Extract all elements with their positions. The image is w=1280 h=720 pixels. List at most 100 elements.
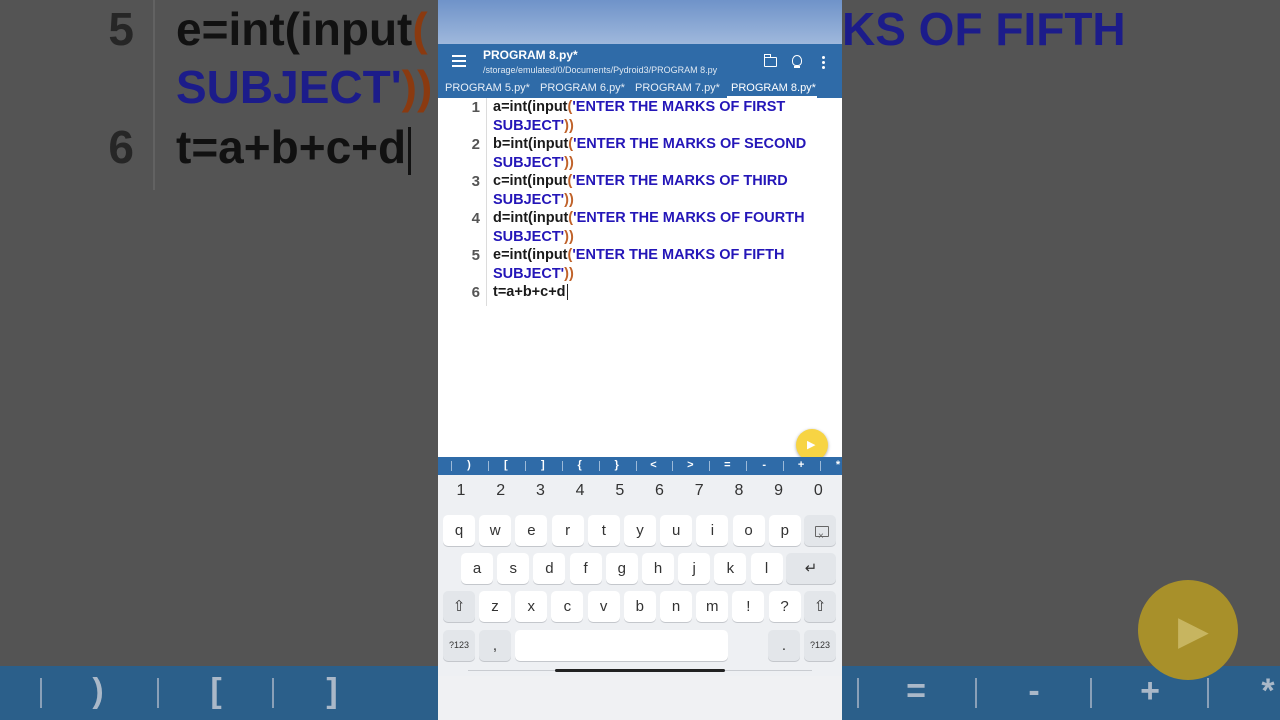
tab-program-5[interactable]: PROGRAM 5.py* bbox=[445, 82, 530, 94]
number-key-3[interactable]: 3 bbox=[521, 482, 559, 504]
file-title: PROGRAM 8.py* bbox=[483, 48, 578, 62]
symbol-key[interactable]: + bbox=[791, 459, 811, 471]
background-symbol: = bbox=[906, 672, 926, 710]
symbol-key[interactable]: ] bbox=[533, 459, 553, 471]
symbol-key[interactable]: = bbox=[717, 459, 737, 471]
key-u[interactable]: u bbox=[660, 515, 693, 546]
code-paren: )) bbox=[564, 191, 574, 208]
background-code: e=int(input( bbox=[176, 0, 428, 58]
code-string: SUBJECT' bbox=[493, 117, 565, 134]
number-key-2[interactable]: 2 bbox=[482, 482, 520, 504]
key-b[interactable]: b bbox=[623, 591, 656, 622]
code-string: 'ENTER THE MARKS OF THIRD bbox=[572, 173, 788, 189]
background-line-number: 5 bbox=[108, 3, 134, 55]
code-line-3-wrap: SUBJECT')) bbox=[493, 191, 574, 210]
code-line-1-wrap: SUBJECT')) bbox=[493, 117, 574, 136]
key-x[interactable]: x bbox=[515, 591, 548, 622]
key-w[interactable]: w bbox=[479, 515, 512, 546]
key-l[interactable]: l bbox=[750, 553, 783, 584]
symbol-key[interactable]: ) bbox=[459, 459, 479, 471]
number-key-9[interactable]: 9 bbox=[760, 482, 798, 504]
background-symbol-separator bbox=[975, 678, 977, 708]
symbol-key[interactable]: * bbox=[828, 459, 842, 471]
hamburger-menu-icon[interactable] bbox=[452, 55, 466, 67]
symbol-separator bbox=[598, 461, 600, 471]
symbol-separator bbox=[524, 461, 526, 471]
background-paren: ( bbox=[412, 3, 428, 55]
background-code: t=a+b+c+d bbox=[176, 118, 412, 176]
enter-key[interactable]: ↵ bbox=[786, 553, 836, 584]
symbols-key-left[interactable]: ?123 bbox=[443, 630, 475, 661]
background-code-wrap: SUBJECT')) bbox=[176, 58, 432, 116]
key-y[interactable]: y bbox=[624, 515, 656, 546]
key-question[interactable]: ? bbox=[768, 591, 801, 622]
key-t[interactable]: t bbox=[587, 515, 620, 546]
key-g[interactable]: g bbox=[605, 553, 638, 584]
number-key-0[interactable]: 0 bbox=[799, 482, 837, 504]
shift-key-right[interactable]: ⇧ bbox=[804, 591, 836, 622]
code-string: 'ENTER THE MARKS OF FIRST bbox=[572, 99, 786, 115]
key-h[interactable]: h bbox=[642, 553, 674, 584]
number-key-5[interactable]: 5 bbox=[601, 482, 639, 504]
key-z[interactable]: z bbox=[479, 591, 511, 622]
key-m[interactable]: m bbox=[696, 591, 729, 622]
code-text: a=int(input bbox=[493, 99, 568, 115]
key-q[interactable]: q bbox=[443, 515, 475, 546]
phone-screen: PROGRAM 8.py* /storage/emulated/0/Docume… bbox=[438, 0, 842, 720]
line-number: 5 bbox=[471, 247, 480, 264]
background-string-subject: SUBJECT' bbox=[176, 61, 402, 113]
home-indicator[interactable] bbox=[555, 669, 725, 672]
key-n[interactable]: n bbox=[660, 591, 692, 622]
code-line-3: c=int(input('ENTER THE MARKS OF THIRD bbox=[493, 172, 788, 191]
key-p[interactable]: p bbox=[768, 515, 801, 546]
key-o[interactable]: o bbox=[732, 515, 765, 546]
number-key-4[interactable]: 4 bbox=[561, 482, 599, 504]
code-editor[interactable]: 1 a=int(input('ENTER THE MARKS OF FIRST … bbox=[438, 98, 842, 456]
number-key-8[interactable]: 8 bbox=[720, 482, 758, 504]
key-j[interactable]: j bbox=[678, 553, 711, 584]
key-exclamation[interactable]: ! bbox=[732, 591, 765, 622]
symbol-key[interactable]: > bbox=[680, 459, 700, 471]
background-symbol: ] bbox=[326, 672, 338, 710]
lightbulb-icon[interactable] bbox=[792, 55, 802, 68]
number-key-1[interactable]: 1 bbox=[442, 482, 480, 504]
symbol-bar: ) [] {} < > = - + * bbox=[438, 457, 842, 475]
more-options-icon[interactable] bbox=[822, 56, 825, 71]
tab-program-7[interactable]: PROGRAM 7.py* bbox=[635, 82, 720, 94]
code-line-4: d=int(input('ENTER THE MARKS OF FOURTH bbox=[493, 209, 805, 228]
key-c[interactable]: c bbox=[551, 591, 584, 622]
code-text: b=int(input bbox=[493, 136, 569, 152]
code-line-4-wrap: SUBJECT')) bbox=[493, 228, 574, 247]
key-a[interactable]: a bbox=[461, 553, 493, 584]
symbol-key[interactable]: - bbox=[754, 459, 774, 471]
number-key-7[interactable]: 7 bbox=[680, 482, 718, 504]
symbol-key[interactable]: < bbox=[644, 459, 664, 471]
backspace-key[interactable] bbox=[804, 515, 836, 552]
soft-keyboard: 1234567890qwertyuiopasdfghjkl↵⇧zxcvbnm!?… bbox=[438, 475, 842, 676]
code-paren: )) bbox=[564, 117, 574, 134]
key-f[interactable]: f bbox=[569, 553, 602, 584]
shift-key-left[interactable]: ⇧ bbox=[443, 591, 475, 622]
key-v[interactable]: v bbox=[587, 591, 620, 622]
comma-key[interactable]: , bbox=[479, 630, 511, 661]
symbol-key[interactable]: [ bbox=[496, 459, 516, 471]
key-k[interactable]: k bbox=[714, 553, 747, 584]
key-i[interactable]: i bbox=[696, 515, 729, 546]
symbol-key[interactable]: { bbox=[570, 459, 590, 471]
period-key[interactable]: . bbox=[768, 630, 800, 661]
symbol-key[interactable]: } bbox=[607, 459, 627, 471]
navigation-bar bbox=[438, 676, 842, 720]
key-d[interactable]: d bbox=[533, 553, 566, 584]
key-e[interactable]: e bbox=[515, 515, 548, 546]
line-number: 2 bbox=[471, 136, 480, 153]
code-string: SUBJECT' bbox=[493, 191, 565, 208]
symbols-key-right[interactable]: ?123 bbox=[804, 630, 836, 661]
number-key-6[interactable]: 6 bbox=[641, 482, 679, 504]
tab-program-8[interactable]: PROGRAM 8.py* bbox=[731, 82, 816, 94]
key-s[interactable]: s bbox=[497, 553, 530, 584]
background-gutter-divider bbox=[153, 0, 155, 190]
tab-program-6[interactable]: PROGRAM 6.py* bbox=[540, 82, 625, 94]
space-key[interactable] bbox=[515, 630, 728, 661]
key-r[interactable]: r bbox=[551, 515, 584, 546]
folder-icon[interactable] bbox=[763, 54, 777, 67]
